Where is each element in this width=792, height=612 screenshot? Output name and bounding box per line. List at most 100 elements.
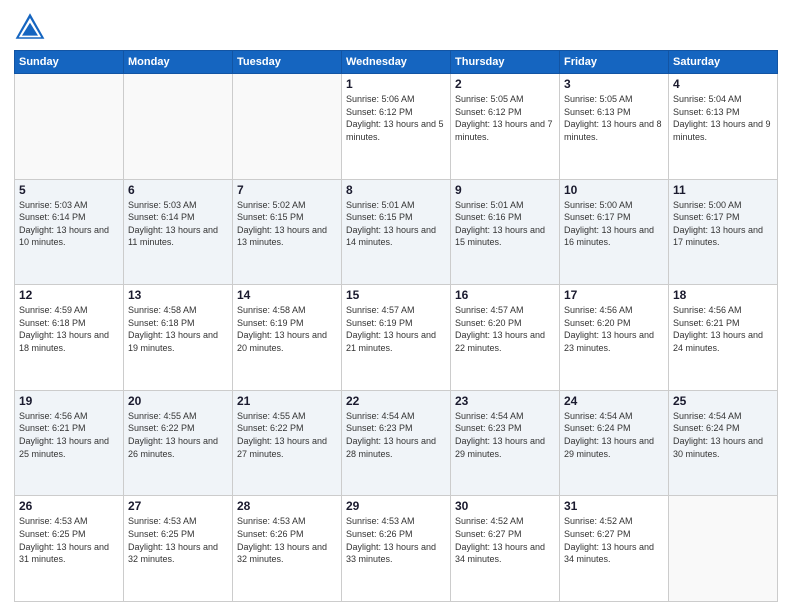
calendar-cell: 1Sunrise: 5:06 AM Sunset: 6:12 PM Daylig…: [342, 74, 451, 180]
day-number: 8: [346, 183, 446, 197]
day-info: Sunrise: 4:59 AM Sunset: 6:18 PM Dayligh…: [19, 304, 119, 354]
day-number: 7: [237, 183, 337, 197]
calendar-header-tuesday: Tuesday: [233, 51, 342, 74]
day-number: 19: [19, 394, 119, 408]
day-number: 2: [455, 77, 555, 91]
calendar-cell: 4 Sunrise: 5:04 AM Sunset: 6:13 PM Daylig…: [669, 74, 778, 180]
day-info: Sunrise: 5:03 AM Sunset: 6:14 PM Dayligh…: [19, 199, 119, 249]
calendar-week-row: 19 Sunrise: 4:56 AM Sunset: 6:21 PM Dayli…: [15, 390, 778, 496]
day-number: 21: [237, 394, 337, 408]
day-info: Sunrise: 4:58 AM Sunset: 6:19 PM Dayligh…: [237, 304, 337, 354]
day-info: Sunrise: 4:53 AM Sunset: 6:26 PM Dayligh…: [346, 515, 446, 565]
calendar-cell: 7 Sunrise: 5:02 AM Sunset: 6:15 PM Daylig…: [233, 179, 342, 285]
day-number: 23: [455, 394, 555, 408]
day-info: Sunrise: 4:53 AM Sunset: 6:25 PM Dayligh…: [128, 515, 228, 565]
day-number: 14: [237, 288, 337, 302]
calendar-cell: 21 Sunrise: 4:55 AM Sunset: 6:22 PM Dayli…: [233, 390, 342, 496]
day-info: Sunrise: 4:53 AM Sunset: 6:26 PM Dayligh…: [237, 515, 337, 565]
calendar-cell: 28 Sunrise: 4:53 AM Sunset: 6:26 PM Dayli…: [233, 496, 342, 602]
day-number: 26: [19, 499, 119, 513]
day-info: Sunrise: 5:05 AM Sunset: 6:12 PM Dayligh…: [455, 93, 555, 143]
day-info: Sunrise: 5:00 AM Sunset: 6:17 PM Dayligh…: [673, 199, 773, 249]
calendar-cell: 31 Sunrise: 4:52 AM Sunset: 6:27 PM Dayli…: [560, 496, 669, 602]
day-info: Sunrise: 4:56 AM Sunset: 6:21 PM Dayligh…: [19, 410, 119, 460]
calendar-cell: 22 Sunrise: 4:54 AM Sunset: 6:23 PM Dayli…: [342, 390, 451, 496]
calendar-cell: 5 Sunrise: 5:03 AM Sunset: 6:14 PM Daylig…: [15, 179, 124, 285]
day-info: Sunrise: 5:00 AM Sunset: 6:17 PM Dayligh…: [564, 199, 664, 249]
day-number: 20: [128, 394, 228, 408]
day-number: 28: [237, 499, 337, 513]
calendar-cell: 25Sunrise: 4:54 AM Sunset: 6:24 PM Dayli…: [669, 390, 778, 496]
day-info: Sunrise: 4:54 AM Sunset: 6:23 PM Dayligh…: [346, 410, 446, 460]
calendar-header-sunday: Sunday: [15, 51, 124, 74]
calendar-cell: 29 Sunrise: 4:53 AM Sunset: 6:26 PM Dayli…: [342, 496, 451, 602]
day-number: 18: [673, 288, 773, 302]
calendar-cell: 9 Sunrise: 5:01 AM Sunset: 6:16 PM Daylig…: [451, 179, 560, 285]
calendar-cell: [233, 74, 342, 180]
day-info: Sunrise: 5:02 AM Sunset: 6:15 PM Dayligh…: [237, 199, 337, 249]
day-number: 17: [564, 288, 664, 302]
day-number: 13: [128, 288, 228, 302]
day-info: Sunrise: 4:52 AM Sunset: 6:27 PM Dayligh…: [455, 515, 555, 565]
day-number: 29: [346, 499, 446, 513]
page: SundayMondayTuesdayWednesdayThursdayFrid…: [0, 0, 792, 612]
calendar-week-row: 5 Sunrise: 5:03 AM Sunset: 6:14 PM Daylig…: [15, 179, 778, 285]
calendar-cell: 30 Sunrise: 4:52 AM Sunset: 6:27 PM Dayli…: [451, 496, 560, 602]
calendar-cell: 10Sunrise: 5:00 AM Sunset: 6:17 PM Dayli…: [560, 179, 669, 285]
day-number: 24: [564, 394, 664, 408]
calendar-cell: 13 Sunrise: 4:58 AM Sunset: 6:18 PM Dayli…: [124, 285, 233, 391]
day-number: 11: [673, 183, 773, 197]
day-info: Sunrise: 5:03 AM Sunset: 6:14 PM Dayligh…: [128, 199, 228, 249]
calendar-header-wednesday: Wednesday: [342, 51, 451, 74]
calendar-week-row: 26 Sunrise: 4:53 AM Sunset: 6:25 PM Dayli…: [15, 496, 778, 602]
calendar-cell: 24 Sunrise: 4:54 AM Sunset: 6:24 PM Dayli…: [560, 390, 669, 496]
day-info: Sunrise: 4:58 AM Sunset: 6:18 PM Dayligh…: [128, 304, 228, 354]
day-info: Sunrise: 5:01 AM Sunset: 6:16 PM Dayligh…: [455, 199, 555, 249]
calendar-header-row: SundayMondayTuesdayWednesdayThursdayFrid…: [15, 51, 778, 74]
calendar-cell: 18Sunrise: 4:56 AM Sunset: 6:21 PM Dayli…: [669, 285, 778, 391]
calendar-cell: [15, 74, 124, 180]
calendar-week-row: 1Sunrise: 5:06 AM Sunset: 6:12 PM Daylig…: [15, 74, 778, 180]
day-number: 30: [455, 499, 555, 513]
day-info: Sunrise: 4:56 AM Sunset: 6:20 PM Dayligh…: [564, 304, 664, 354]
calendar-cell: 20Sunrise: 4:55 AM Sunset: 6:22 PM Dayli…: [124, 390, 233, 496]
day-info: Sunrise: 4:52 AM Sunset: 6:27 PM Dayligh…: [564, 515, 664, 565]
calendar-table: SundayMondayTuesdayWednesdayThursdayFrid…: [14, 50, 778, 602]
calendar-cell: 15Sunrise: 4:57 AM Sunset: 6:19 PM Dayli…: [342, 285, 451, 391]
calendar-cell: 27 Sunrise: 4:53 AM Sunset: 6:25 PM Dayli…: [124, 496, 233, 602]
calendar-cell: 11 Sunrise: 5:00 AM Sunset: 6:17 PM Dayli…: [669, 179, 778, 285]
day-number: 25: [673, 394, 773, 408]
day-number: 1: [346, 77, 446, 91]
day-info: Sunrise: 4:54 AM Sunset: 6:24 PM Dayligh…: [564, 410, 664, 460]
day-number: 9: [455, 183, 555, 197]
calendar-cell: [124, 74, 233, 180]
day-info: Sunrise: 5:04 AM Sunset: 6:13 PM Dayligh…: [673, 93, 773, 143]
day-info: Sunrise: 5:05 AM Sunset: 6:13 PM Dayligh…: [564, 93, 664, 143]
day-info: Sunrise: 4:55 AM Sunset: 6:22 PM Dayligh…: [237, 410, 337, 460]
day-number: 4: [673, 77, 773, 91]
day-number: 22: [346, 394, 446, 408]
day-number: 27: [128, 499, 228, 513]
day-number: 31: [564, 499, 664, 513]
calendar-header-thursday: Thursday: [451, 51, 560, 74]
calendar-cell: 2 Sunrise: 5:05 AM Sunset: 6:12 PM Daylig…: [451, 74, 560, 180]
logo: [14, 10, 50, 42]
calendar-cell: 17 Sunrise: 4:56 AM Sunset: 6:20 PM Dayli…: [560, 285, 669, 391]
header: [14, 10, 778, 42]
calendar-cell: 23Sunrise: 4:54 AM Sunset: 6:23 PM Dayli…: [451, 390, 560, 496]
calendar-header-monday: Monday: [124, 51, 233, 74]
calendar-cell: 14 Sunrise: 4:58 AM Sunset: 6:19 PM Dayli…: [233, 285, 342, 391]
day-info: Sunrise: 4:57 AM Sunset: 6:20 PM Dayligh…: [455, 304, 555, 354]
calendar-cell: 12 Sunrise: 4:59 AM Sunset: 6:18 PM Dayli…: [15, 285, 124, 391]
calendar-cell: 26 Sunrise: 4:53 AM Sunset: 6:25 PM Dayli…: [15, 496, 124, 602]
calendar-cell: 16Sunrise: 4:57 AM Sunset: 6:20 PM Dayli…: [451, 285, 560, 391]
calendar-cell: 6 Sunrise: 5:03 AM Sunset: 6:14 PM Daylig…: [124, 179, 233, 285]
calendar-cell: [669, 496, 778, 602]
day-info: Sunrise: 5:01 AM Sunset: 6:15 PM Dayligh…: [346, 199, 446, 249]
day-number: 5: [19, 183, 119, 197]
day-number: 12: [19, 288, 119, 302]
day-number: 6: [128, 183, 228, 197]
day-info: Sunrise: 4:57 AM Sunset: 6:19 PM Dayligh…: [346, 304, 446, 354]
calendar-header-friday: Friday: [560, 51, 669, 74]
day-info: Sunrise: 4:53 AM Sunset: 6:25 PM Dayligh…: [19, 515, 119, 565]
